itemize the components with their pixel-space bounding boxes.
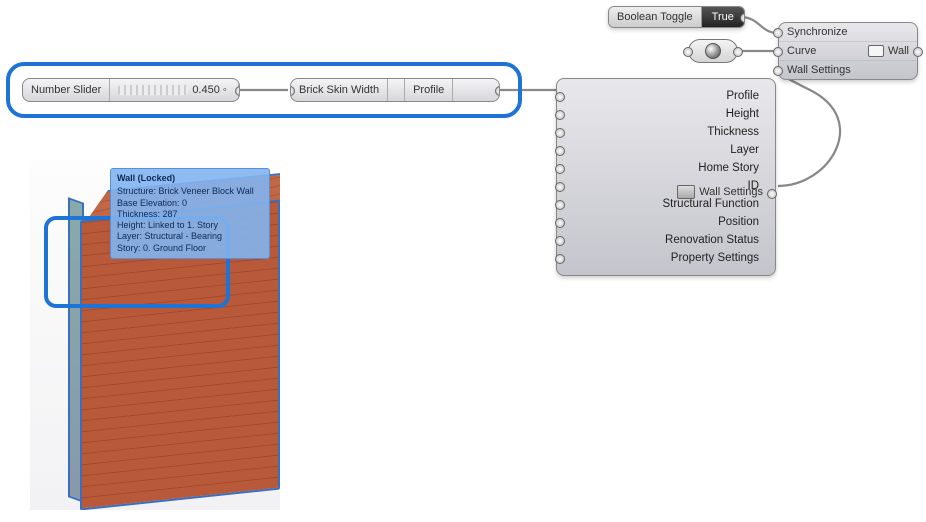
wall-input-settings: Wall Settings xyxy=(787,64,851,76)
number-slider-output-port[interactable] xyxy=(235,86,240,96)
number-slider-label: Number Slider xyxy=(23,79,110,101)
number-slider-value: 0.450 xyxy=(192,84,220,96)
curve-param-output-port[interactable] xyxy=(733,47,743,57)
curve-param-node[interactable] xyxy=(688,39,738,63)
ws-input-position: Position xyxy=(567,216,765,228)
ws-input-property: Property Settings xyxy=(567,252,765,264)
ws-port-profile[interactable] xyxy=(555,92,565,102)
number-slider-node[interactable]: Number Slider 0.450 ◦ xyxy=(22,78,240,102)
tooltip-line: Thickness: 287 xyxy=(117,209,263,220)
boolean-toggle-output-port[interactable] xyxy=(740,13,745,23)
tooltip-line: Base Elevation: 0 xyxy=(117,198,263,209)
brick-skin-output-port[interactable] xyxy=(495,86,500,96)
tooltip-line: Height: Linked to 1. Story xyxy=(117,220,263,231)
wall-settings-node[interactable]: Profile Height Thickness Layer Home Stor… xyxy=(556,78,776,276)
wall-input-synchronize-port[interactable] xyxy=(773,28,783,38)
ws-input-structural: Structural Function xyxy=(567,198,765,210)
boolean-toggle-node[interactable]: Boolean Toggle True xyxy=(608,6,745,28)
curve-param-icon xyxy=(705,43,721,59)
tooltip-line: Layer: Structural - Bearing xyxy=(117,231,263,242)
ws-port-position[interactable] xyxy=(555,218,565,228)
wall-icon xyxy=(868,45,884,57)
wall-input-settings-port[interactable] xyxy=(773,66,783,76)
tooltip-line: Story: 0. Ground Floor xyxy=(117,243,263,254)
tooltip-title: Wall (Locked) xyxy=(117,173,263,184)
ws-port-structural[interactable] xyxy=(555,200,565,210)
curve-param-input-port[interactable] xyxy=(683,47,693,57)
wall-settings-icon xyxy=(677,185,695,199)
brick-skin-width-node[interactable]: Brick Skin Width Profile xyxy=(290,78,500,102)
ws-port-layer[interactable] xyxy=(555,146,565,156)
wall-info-tooltip: Wall (Locked) Structure: Brick Veneer Bl… xyxy=(110,168,270,259)
boolean-toggle-value[interactable]: True xyxy=(702,7,744,27)
ws-port-renovation[interactable] xyxy=(555,236,565,246)
wall-settings-output-label: Wall Settings xyxy=(699,186,763,198)
boolean-toggle-label: Boolean Toggle xyxy=(609,7,702,27)
wall-component-node[interactable]: Synchronize Curve Wall Wall Settings xyxy=(778,22,918,80)
wall-input-synchronize: Synchronize xyxy=(787,26,848,38)
brick-skin-input-label: Brick Skin Width xyxy=(291,79,388,101)
ws-input-layer: Layer xyxy=(567,144,765,156)
ws-port-homestory[interactable] xyxy=(555,164,565,174)
viewport-preview: Wall (Locked) Structure: Brick Veneer Bl… xyxy=(30,160,280,510)
ws-input-renovation: Renovation Status xyxy=(567,234,765,246)
ws-port-thickness[interactable] xyxy=(555,128,565,138)
ws-input-height: Height xyxy=(567,108,765,120)
ws-input-homestory: Home Story xyxy=(567,162,765,174)
wall-settings-output-port[interactable] xyxy=(767,189,777,199)
tooltip-line: Structure: Brick Veneer Block Wall xyxy=(117,186,263,197)
wall-output-label: Wall xyxy=(888,45,909,57)
number-slider-track[interactable] xyxy=(118,85,188,95)
brick-skin-output-label: Profile xyxy=(405,79,453,101)
ws-input-profile: Profile xyxy=(567,90,765,102)
ws-input-thickness: Thickness xyxy=(567,126,765,138)
wall-input-curve: Curve xyxy=(787,45,816,57)
ws-port-height[interactable] xyxy=(555,110,565,120)
ws-port-id[interactable] xyxy=(555,182,565,192)
brick-skin-icon xyxy=(388,79,405,101)
wall-input-curve-port[interactable] xyxy=(773,47,783,57)
wall-output-port[interactable] xyxy=(913,47,923,57)
ws-port-property[interactable] xyxy=(555,254,565,264)
